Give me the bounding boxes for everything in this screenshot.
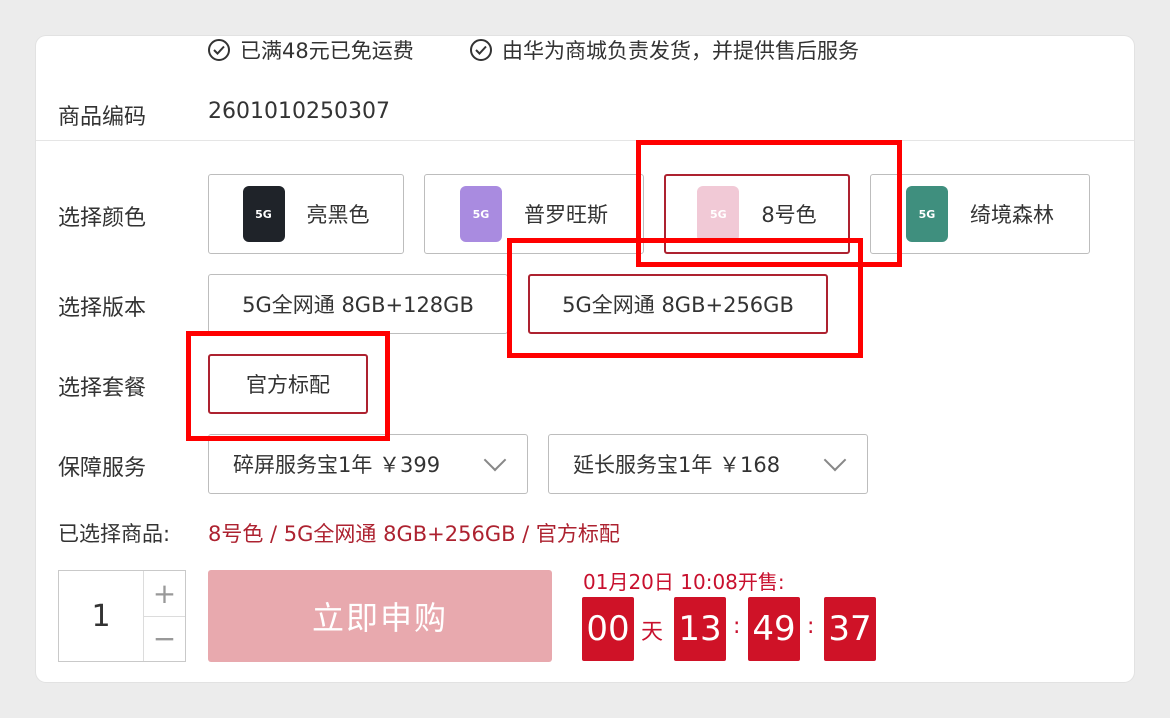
check-circle-icon <box>208 39 230 61</box>
package-option-standard[interactable]: 官方标配 <box>208 354 368 414</box>
quantity-input[interactable]: 1 <box>59 571 143 661</box>
color-option-label: 绮境森林 <box>970 203 1054 227</box>
color-label: 选择颜色 <box>58 206 147 231</box>
version-option-128gb[interactable]: 5G全网通 8GB+128GB <box>208 274 508 334</box>
color-option-8[interactable]: 5G 8号色 <box>664 174 850 254</box>
screen-service-value: 碎屏服务宝1年 ￥399 <box>233 453 441 477</box>
countdown-minutes: 49 <box>748 597 800 661</box>
free-shipping-note: 已满48元已免运费 <box>208 37 414 63</box>
phone-thumbnail: 5G <box>242 186 285 242</box>
service-note: 由华为商城负责发货，并提供售后服务 <box>470 37 859 63</box>
extended-service-value: 延长服务宝1年 ￥168 <box>573 453 781 477</box>
version-option-256gb[interactable]: 5G全网通 8GB+256GB <box>528 274 828 334</box>
color-option-label: 8号色 <box>761 203 817 227</box>
package-option-label: 官方标配 <box>246 373 330 397</box>
increment-button[interactable]: + <box>144 571 185 616</box>
countdown-hours: 13 <box>674 597 726 661</box>
product-code-value: 2601010250307 <box>208 99 390 124</box>
color-option-label: 亮黑色 <box>306 203 370 227</box>
chevron-down-icon <box>823 448 847 472</box>
color-option-forest[interactable]: 5G 绮境森林 <box>870 174 1090 254</box>
phone-thumbnail: 5G <box>697 186 740 242</box>
version-option-label: 5G全网通 8GB+128GB <box>242 293 474 317</box>
version-label: 选择版本 <box>58 296 147 321</box>
product-code-label: 商品编码 <box>58 105 147 130</box>
color-option-provence[interactable]: 5G 普罗旺斯 <box>424 174 644 254</box>
countdown-separator: : <box>733 614 741 639</box>
divider <box>36 140 1134 141</box>
decrement-button[interactable]: − <box>143 615 185 662</box>
selected-value: 8号色 / 5G全网通 8GB+256GB / 官方标配 <box>208 522 620 546</box>
buy-now-button[interactable]: 立即申购 <box>208 570 552 662</box>
extended-service-select[interactable]: 延长服务宝1年 ￥168 <box>548 434 868 494</box>
check-circle-icon <box>470 39 492 61</box>
free-shipping-text: 已满48元已免运费 <box>240 39 414 63</box>
color-option-black[interactable]: 5G 亮黑色 <box>208 174 404 254</box>
sale-time-label: 01月20日 10:08开售: <box>583 570 785 594</box>
countdown-days: 00 <box>582 597 634 661</box>
color-option-label: 普罗旺斯 <box>524 203 608 227</box>
countdown-day-unit: 天 <box>641 620 664 645</box>
selected-label: 已选择商品: <box>58 522 171 546</box>
quantity-stepper: 1 + − <box>58 570 186 662</box>
package-label: 选择套餐 <box>58 376 147 401</box>
services-label: 保障服务 <box>58 456 147 481</box>
phone-thumbnail: 5G <box>906 186 948 242</box>
version-option-label: 5G全网通 8GB+256GB <box>562 293 794 317</box>
phone-thumbnail: 5G <box>460 186 502 242</box>
countdown-seconds: 37 <box>824 597 876 661</box>
service-text: 由华为商城负责发货，并提供售后服务 <box>502 39 859 63</box>
chevron-down-icon <box>483 448 507 472</box>
countdown-separator: : <box>807 614 815 639</box>
screen-service-select[interactable]: 碎屏服务宝1年 ￥399 <box>208 434 528 494</box>
